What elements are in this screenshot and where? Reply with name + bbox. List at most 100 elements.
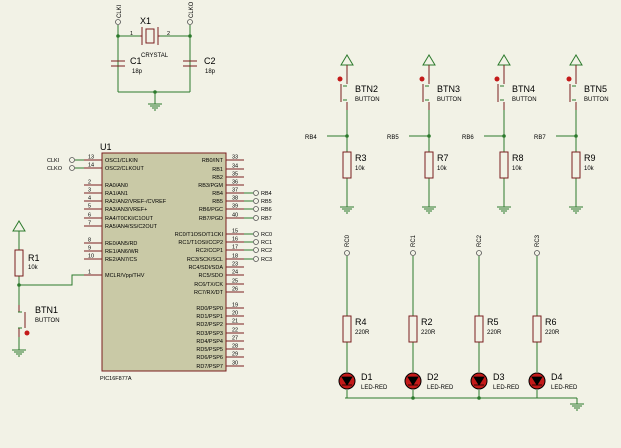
r5-value: 220R [487,330,502,336]
mcu-pin-name: RB0/INT [202,158,224,164]
btn3-ref: BTN3 [437,84,460,94]
mcu-pin-name: RA0/AN0 [105,183,128,189]
mcu-pin-number: 2 [88,180,91,186]
r6-value: 220R [545,330,560,336]
r6-ref: R6 [545,317,557,327]
rb5-net-label: RB5 [387,135,399,141]
r1-value: 10k [28,265,39,271]
btn3-value: BUTTON [437,97,462,103]
mcu-pin-number: 36 [232,180,238,186]
mcu-pin-number: 18 [232,254,238,260]
mcu-pin-number: 17 [232,245,238,251]
led-stage: RC1 R2 220R D2 LED-RED [404,234,454,400]
r2-ref: R2 [421,317,433,327]
mcu-pin-name: RD6/PSP6 [196,355,223,361]
r9-ref: R9 [584,153,596,163]
mcu-pin-name: RB7/PGD [199,216,223,222]
rc3-net-label: RC3 [535,234,541,247]
net-label: RC3 [261,257,272,263]
mcu-pin-name: RE0/AN5/RD [105,241,137,247]
ground-symbol [570,398,584,411]
r1-ref: R1 [28,253,40,263]
r3-value: 10k [355,166,366,172]
mcu-pin-number: 15 [232,229,238,235]
mcu-pin-number: 4 [88,196,91,202]
clki-mcu-label: CLKI [47,158,60,164]
mcu-pin-name: RC2/CCP1 [196,248,223,254]
button-btn1 [18,305,30,337]
net-terminal [253,190,259,196]
mcu-pin-name: RC3/SCK/SCL [187,257,223,263]
net-terminal [253,247,259,253]
button-stage: BTN5 BUTTON RB7 R9 10k [534,54,609,214]
r8-ref: R8 [512,153,524,163]
mcu-pin-name: RD0/PSP0 [196,306,223,312]
btn2-value: BUTTON [355,97,380,103]
mcu-pin-name: MCLR/Vpp/THV [105,273,145,279]
net-label: RB5 [261,199,272,205]
mcu-pin-name: RA3/AN3/VREF+ [105,207,147,213]
net-terminal [253,198,259,204]
mcu-pin-name: RA2/AN2/VREF-/CVREF [105,199,167,205]
mcu-pin-name: RB5 [212,199,223,205]
crystal-ref: X1 [140,16,151,26]
mcu-pin-number: 3 [88,188,91,194]
led-outputs: RC0 R4 220R D1 LED-RED RC1 R2 220R D2 LE… [338,234,584,411]
d1-value: LED-RED [361,385,388,391]
led-stage: RC2 R5 220R D3 LED-RED [470,234,520,400]
mcu-pin-name: RA5/AN4/SS/C2OUT [105,224,158,230]
mcu-pin-name: RB6/PGC [199,207,223,213]
mcu-pin-number: 35 [232,172,238,178]
d4-ref: D4 [551,372,563,382]
net-label: RC2 [261,248,272,254]
crystal-value: CRYSTAL [141,53,169,59]
crystal-x1 [140,27,160,45]
rb4-net-label: RB4 [305,135,317,141]
r9-value: 10k [584,166,595,172]
mcu-pin-number: 6 [88,213,91,219]
mcu-pin-number: 8 [88,238,91,244]
mcu-pin-name: RD1/PSP1 [196,314,223,320]
resistor-r1 [14,249,24,277]
mcu-pin-number: 28 [232,344,238,350]
mcu-pin-number: 7 [88,221,91,227]
mcu-pin-name: RD5/PSP5 [196,347,223,353]
mcu-part: PIC16F877A [100,376,132,382]
net-label: RB6 [261,207,272,213]
mcu-pin-number: 27 [232,336,238,342]
mcu-pin-number: 23 [232,262,238,268]
mcu-pin-name: RD2/PSP2 [196,322,223,328]
btn4-value: BUTTON [512,97,537,103]
mcu-u1: U1 PIC16F877A 13OSC1/CLKIN14OSC2/CLKOUT2… [47,142,272,382]
mcu-pin-number: 24 [232,270,238,276]
btn1-value: BUTTON [35,318,60,324]
button-inputs: BTN2 BUTTON RB4 R3 10k BTN3 BUTTON RB5 R… [305,54,609,214]
rb6-net-label: RB6 [462,135,474,141]
clko-terminal [187,19,193,25]
btn2-ref: BTN2 [355,84,378,94]
mcu-pin-name: RD3/PSP3 [196,331,223,337]
mcu-pin-name: RE1/AN6/WR [105,249,139,255]
net-terminal [253,215,259,221]
mcu-pin-number: 40 [232,213,238,219]
d3-ref: D3 [493,372,505,382]
mcu-pin-name: RC7/RX/DT [194,290,224,296]
reset-circuit: R1 10k BTN1 BUTTON [12,220,84,357]
crystal-circuit: CLKI CLKO X1 1 2 CRYSTAL C1 18p C2 18p [111,1,216,111]
mcu-pin-number: 30 [232,361,238,367]
mcu-pin-name: RC0/T1OSO/T1CKI [175,232,224,238]
mcu-pin-name: RE2/AN7/CS [105,257,137,263]
ground-symbol [12,349,26,357]
rb7-net-label: RB7 [534,135,546,141]
d4-value: LED-RED [551,385,578,391]
mcu-pin-number: 29 [232,352,238,358]
mcu-pin-name: RC4/SDI/SDA [188,265,223,271]
rc0-net-label: RC0 [345,234,351,247]
mcu-pin-number: 14 [88,163,94,169]
d3-value: LED-RED [493,385,520,391]
mcu-pin-number: 21 [232,319,238,325]
mcu-pin-number: 10 [88,254,94,260]
d2-value: LED-RED [427,385,454,391]
net-terminal [253,206,259,212]
mcu-pin-number: 22 [232,328,238,334]
